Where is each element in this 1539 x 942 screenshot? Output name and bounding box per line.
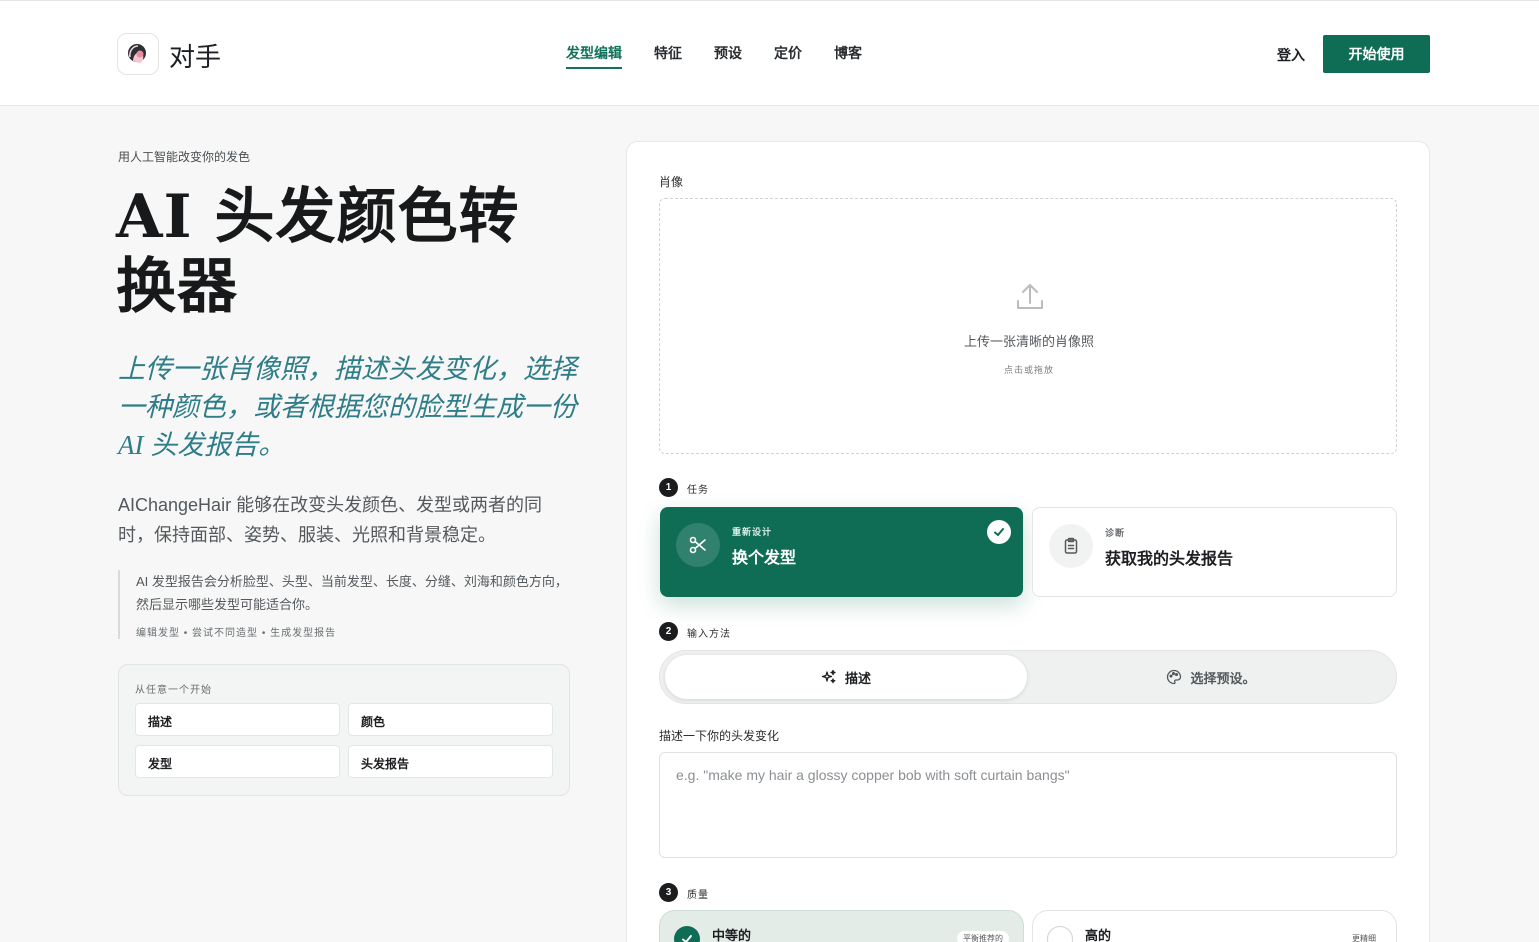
step-3-label: 质量: [687, 890, 709, 901]
quality-medium-badge: 平衡推荐的: [957, 931, 1009, 942]
starter-chip-hair-report[interactable]: 头发报告: [348, 745, 553, 778]
describe-label: 描述一下你的头发变化: [659, 729, 780, 743]
brand-name[interactable]: 对手: [169, 37, 221, 74]
report-quote: AI 发型报告会分析脸型、头型、当前发型、长度、分缝、刘海和颜色方向，然后显示哪…: [118, 570, 568, 639]
task-report-card[interactable]: 诊断 获取我的头发报告: [1032, 507, 1397, 597]
quality-medium-option[interactable]: 中等的 平衡推荐的: [659, 910, 1024, 942]
task-restyle-title: 换个发型: [732, 550, 797, 567]
nav-hairstyle-editor[interactable]: 发型编辑: [566, 43, 622, 69]
scissors-icon: [676, 523, 720, 567]
check-icon: [987, 520, 1011, 544]
task-restyle-card[interactable]: 重新设计 换个发型: [660, 507, 1023, 597]
nav-pricing[interactable]: 定价: [774, 43, 802, 69]
step-2-label: 输入方法: [687, 629, 731, 640]
nav-blog[interactable]: 博客: [834, 43, 862, 69]
starter-chip-describe[interactable]: 描述: [135, 703, 340, 736]
quality-high-label: 高的: [1085, 928, 1112, 942]
task-report-eyebrow: 诊断: [1105, 528, 1126, 538]
quality-high-badge: 更精细: [1352, 934, 1376, 942]
logo[interactable]: [117, 33, 159, 75]
check-icon: [674, 926, 700, 942]
quote-text: AI 发型报告会分析脸型、头型、当前发型、长度、分缝、刘海和颜色方向，然后显示哪…: [136, 574, 568, 612]
step-1-label: 任务: [687, 485, 709, 496]
upload-icon: [1012, 279, 1048, 320]
quality-high-option[interactable]: 高的 更精细: [1032, 910, 1397, 942]
quote-tags: 编辑发型 • 尝试不同造型 • 生成发型报告: [136, 628, 337, 639]
step-2-badge: 2: [659, 622, 678, 641]
logo-icon: [128, 44, 146, 63]
starter-chip-hairstyle[interactable]: 发型: [135, 745, 340, 778]
method-describe-label: 描述: [844, 670, 871, 686]
clipboard-icon: [1049, 524, 1093, 568]
method-preset-label: 选择预设。: [1190, 670, 1256, 686]
page-title: AI 头发颜色转换器: [116, 182, 520, 322]
nav-presets[interactable]: 预设: [714, 43, 742, 69]
hero-eyebrow: 用人工智能改变你的发色: [118, 150, 251, 164]
get-started-button[interactable]: 开始使用: [1323, 35, 1430, 73]
task-restyle-eyebrow: 重新设计: [732, 527, 773, 537]
radio-icon: [1047, 926, 1073, 942]
starter-box: 从任意一个开始 描述 颜色 发型 头发报告: [118, 664, 570, 796]
top-bar: 对手 发型编辑 特征 预设 定价 博客 登入 开始使用: [0, 0, 1539, 106]
method-describe-button[interactable]: 描述: [665, 655, 1027, 699]
step-3-badge: 3: [659, 883, 678, 902]
portrait-upload-dropzone[interactable]: 上传一张清晰的肖像照 点击或拖放: [659, 198, 1397, 454]
upload-hint: 点击或拖放: [1003, 365, 1054, 375]
method-preset-button[interactable]: 选择预设。: [1030, 655, 1392, 699]
sparkle-icon: [821, 669, 836, 684]
describe-textarea[interactable]: e.g. "make my hair a glossy copper bob w…: [659, 752, 1397, 858]
palette-icon: [1167, 669, 1182, 685]
hero-subtitle: 上传一张肖像照，描述头发变化，选择一种颜色，或者根据您的脸型生成一份 AI 头发…: [118, 354, 577, 460]
portrait-label: 肖像: [659, 175, 684, 189]
hero-description: AIChangeHair 能够在改变头发颜色、发型或两者的同时，保持面部、姿势、…: [118, 495, 543, 545]
nav-features[interactable]: 特征: [654, 43, 682, 69]
step-1-badge: 1: [659, 478, 678, 497]
starter-chip-color[interactable]: 颜色: [348, 703, 553, 736]
main-nav: 发型编辑 特征 预设 定价 博客: [566, 43, 894, 69]
input-method-toggle: 描述 选择预设。: [659, 650, 1397, 704]
login-link[interactable]: 登入: [1277, 45, 1305, 65]
task-report-title: 获取我的头发报告: [1105, 551, 1234, 568]
starter-label: 从任意一个开始: [135, 685, 212, 696]
quality-medium-label: 中等的: [712, 928, 752, 942]
upload-text: 上传一张清晰的肖像照: [963, 334, 1094, 349]
